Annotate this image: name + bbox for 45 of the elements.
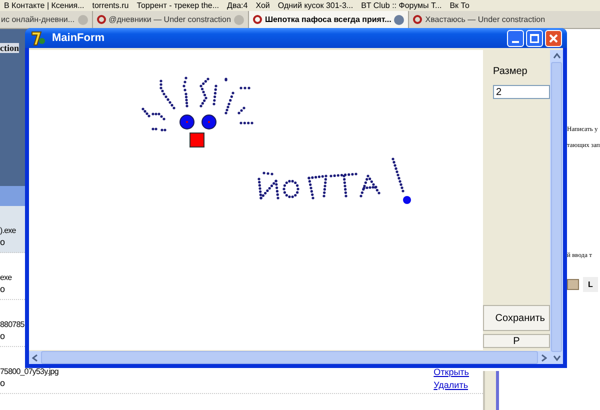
image-icon[interactable] [567, 279, 579, 290]
site-icon [413, 15, 422, 24]
browser-tab[interactable]: @дневники — Under constraction [92, 11, 249, 28]
close-icon[interactable] [394, 14, 404, 24]
scroll-thumb[interactable] [551, 62, 562, 352]
file-name: 75800_07y53y.jpg [0, 367, 60, 376]
header-text: ction [0, 43, 19, 53]
browser-tab[interactable]: ис онлайн-дневни... [0, 11, 93, 28]
browser-tab[interactable]: Хвастаюсь — Under constraction [409, 11, 600, 28]
minimize-button[interactable] [507, 30, 524, 46]
panel-button[interactable]: Сохранить [483, 305, 550, 331]
bookmark-link[interactable]: BT Club :: Форумы T... [361, 0, 442, 11]
file-name: exe [0, 273, 13, 282]
vertical-scrollbar[interactable] [550, 50, 563, 364]
bookmark-link[interactable]: Два:4 [227, 0, 248, 11]
file-link[interactable]: Удалить [434, 380, 469, 390]
close-button[interactable] [545, 30, 562, 46]
close-icon [549, 34, 558, 42]
file-name: ).exe [0, 226, 17, 235]
file-status: o [0, 378, 6, 388]
app-icon [30, 30, 46, 46]
file-link[interactable]: Открыть [434, 367, 469, 377]
minimize-icon [512, 40, 519, 42]
bookmark-link[interactable]: torrents.ru [92, 0, 129, 11]
page-scrollbar[interactable] [483, 371, 499, 410]
bookmark-link[interactable]: Одний кусок 301-3... [278, 0, 354, 11]
panel-button[interactable]: Р [483, 334, 550, 348]
size-spin-field[interactable]: 2 [493, 85, 550, 99]
browser-tab[interactable]: Шепотка пафоса всегда прият... [248, 11, 410, 28]
toolbar-button[interactable]: L [583, 277, 598, 292]
file-status: o [0, 331, 6, 341]
file-status: o [0, 284, 6, 294]
maximize-icon [530, 34, 539, 42]
bookmark-link[interactable]: Вк То [450, 0, 470, 11]
site-icon [96, 15, 106, 24]
file-name: 880785 [0, 320, 26, 329]
size-label: Размер [493, 66, 528, 77]
drawing-canvas[interactable] [29, 50, 483, 350]
window-title: MainForm [52, 32, 106, 44]
bookmark-link[interactable]: Хой [256, 0, 270, 11]
site-icon [252, 15, 262, 24]
file-status: o [0, 237, 6, 247]
bookmark-link[interactable]: В Контакте | Ксения... [4, 0, 84, 11]
bookmark-link[interactable]: Торрент - трекер the... [136, 0, 220, 11]
maximize-button[interactable] [526, 30, 543, 46]
